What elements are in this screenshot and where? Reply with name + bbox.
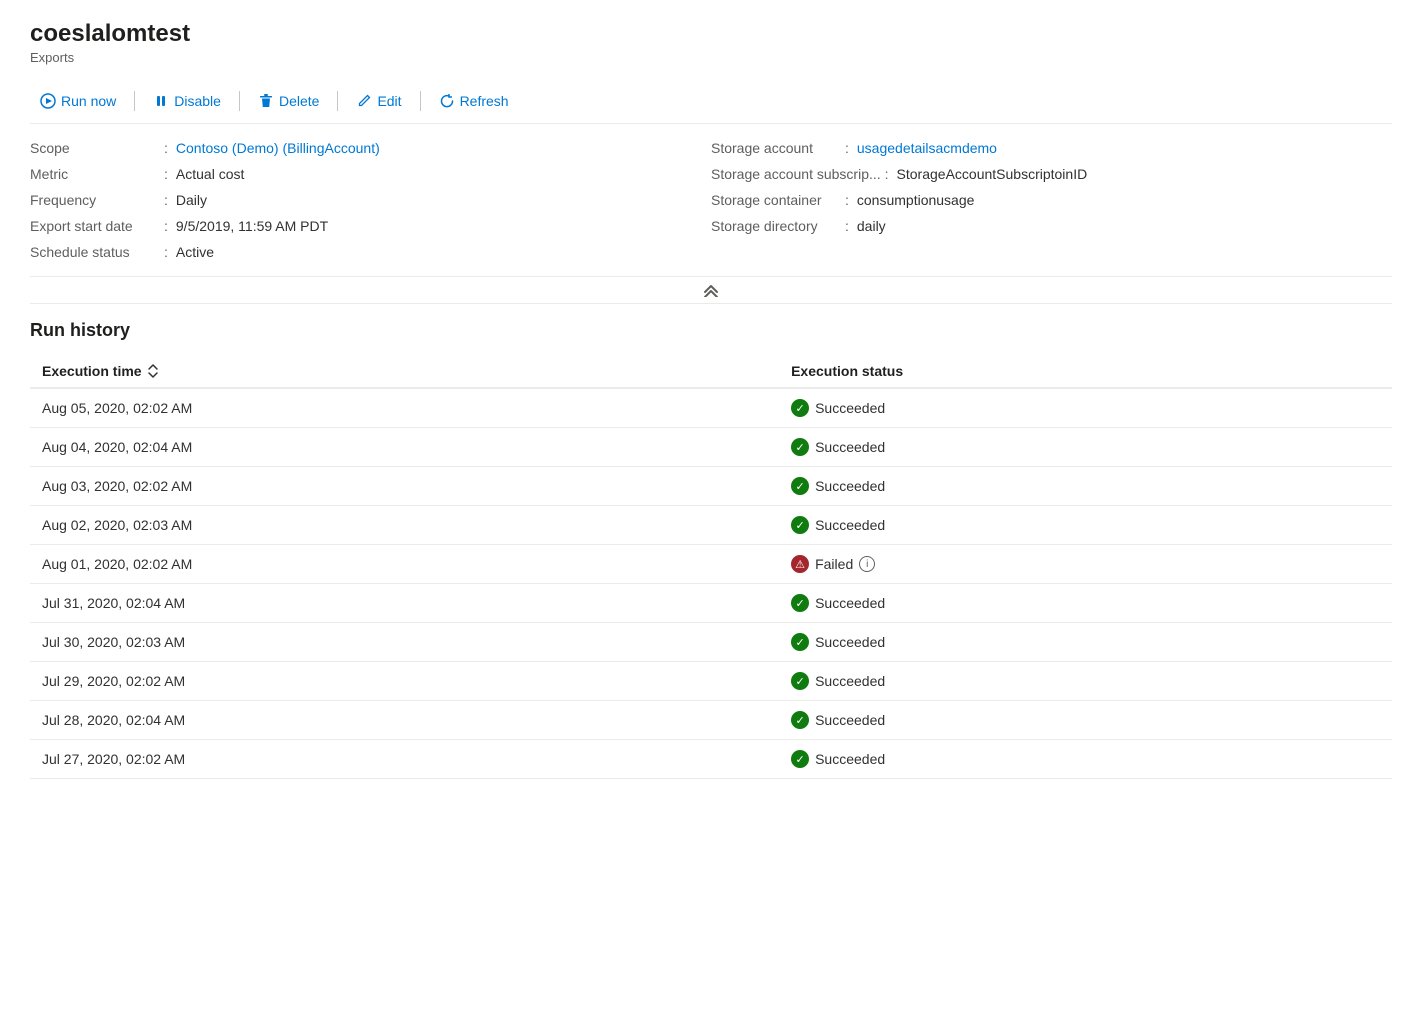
detail-storage-container: Storage container : consumptionusage [711, 192, 1392, 208]
detail-scope: Scope : Contoso (Demo) (BillingAccount) [30, 140, 711, 156]
schedule-status-value: Active [176, 244, 214, 260]
table-row: Jul 30, 2020, 02:03 AM ✓ Succeeded [30, 623, 1392, 662]
execution-time-cell: Aug 05, 2020, 02:02 AM [30, 388, 779, 428]
failed-icon: ⚠ [791, 555, 809, 573]
table-row: Aug 03, 2020, 02:02 AM ✓ Succeeded [30, 467, 1392, 506]
status-text: Succeeded [815, 400, 885, 416]
run-now-icon [40, 93, 56, 109]
execution-time-cell: Jul 28, 2020, 02:04 AM [30, 701, 779, 740]
edit-button[interactable]: Edit [346, 87, 411, 115]
status-text: Succeeded [815, 595, 885, 611]
storage-container-value: consumptionusage [857, 192, 975, 208]
export-start-value: 9/5/2019, 11:59 AM PDT [176, 218, 328, 234]
storage-directory-value: daily [857, 218, 886, 234]
sort-execution-time[interactable]: Execution time [42, 363, 160, 379]
success-icon: ✓ [791, 633, 809, 651]
status-text: Succeeded [815, 439, 885, 455]
execution-status-cell: ✓ Succeeded [779, 506, 1392, 545]
table-row: Aug 05, 2020, 02:02 AM ✓ Succeeded [30, 388, 1392, 428]
breadcrumb: Exports [30, 50, 1392, 65]
detail-frequency: Frequency : Daily [30, 192, 711, 208]
toolbar-separator-2 [239, 91, 240, 111]
execution-time-cell: Aug 01, 2020, 02:02 AM [30, 545, 779, 584]
execution-time-cell: Aug 04, 2020, 02:04 AM [30, 428, 779, 467]
refresh-icon [439, 93, 455, 109]
metric-value: Actual cost [176, 166, 244, 182]
execution-time-cell: Aug 02, 2020, 02:03 AM [30, 506, 779, 545]
success-icon: ✓ [791, 711, 809, 729]
status-text: Failed [815, 556, 853, 572]
execution-status-cell: ✓ Succeeded [779, 428, 1392, 467]
status-text: Succeeded [815, 478, 885, 494]
run-history-title: Run history [30, 320, 1392, 341]
toolbar: Run now Disable Delete Edit Refresh [30, 79, 1392, 124]
toolbar-separator-4 [420, 91, 421, 111]
success-icon: ✓ [791, 399, 809, 417]
table-row: Jul 28, 2020, 02:04 AM ✓ Succeeded [30, 701, 1392, 740]
detail-storage-directory: Storage directory : daily [711, 218, 1392, 234]
execution-status-cell: ⚠ Failedi [779, 545, 1392, 584]
detail-storage-subscription: Storage account subscrip... : StorageAcc… [711, 166, 1392, 182]
col-header-execution-status: Execution status [779, 355, 1392, 388]
execution-status-cell: ✓ Succeeded [779, 388, 1392, 428]
table-row: Aug 01, 2020, 02:02 AM ⚠ Failedi [30, 545, 1392, 584]
storage-account-value[interactable]: usagedetailsacmdemo [857, 140, 997, 156]
table-row: Jul 29, 2020, 02:02 AM ✓ Succeeded [30, 662, 1392, 701]
execution-time-cell: Jul 27, 2020, 02:02 AM [30, 740, 779, 779]
status-text: Succeeded [815, 751, 885, 767]
delete-icon [258, 93, 274, 109]
success-icon: ✓ [791, 594, 809, 612]
scope-value[interactable]: Contoso (Demo) (BillingAccount) [176, 140, 380, 156]
delete-button[interactable]: Delete [248, 87, 329, 115]
status-text: Succeeded [815, 673, 885, 689]
detail-metric: Metric : Actual cost [30, 166, 711, 182]
execution-status-cell: ✓ Succeeded [779, 467, 1392, 506]
success-icon: ✓ [791, 438, 809, 456]
status-text: Succeeded [815, 517, 885, 533]
refresh-button[interactable]: Refresh [429, 87, 519, 115]
info-icon[interactable]: i [859, 556, 875, 572]
disable-icon [153, 93, 169, 109]
details-grid: Scope : Contoso (Demo) (BillingAccount) … [30, 140, 1392, 277]
detail-storage-account: Storage account : usagedetailsacmdemo [711, 140, 1392, 156]
run-now-button[interactable]: Run now [30, 87, 126, 115]
status-text: Succeeded [815, 634, 885, 650]
table-row: Aug 04, 2020, 02:04 AM ✓ Succeeded [30, 428, 1392, 467]
success-icon: ✓ [791, 477, 809, 495]
execution-time-cell: Aug 03, 2020, 02:02 AM [30, 467, 779, 506]
status-text: Succeeded [815, 712, 885, 728]
table-row: Aug 02, 2020, 02:03 AM ✓ Succeeded [30, 506, 1392, 545]
execution-time-cell: Jul 29, 2020, 02:02 AM [30, 662, 779, 701]
execution-status-cell: ✓ Succeeded [779, 701, 1392, 740]
details-right: Storage account : usagedetailsacmdemo St… [711, 140, 1392, 260]
execution-status-cell: ✓ Succeeded [779, 662, 1392, 701]
run-history-table: Execution time Execution status Aug 05, … [30, 355, 1392, 779]
table-row: Jul 31, 2020, 02:04 AM ✓ Succeeded [30, 584, 1392, 623]
disable-button[interactable]: Disable [143, 87, 231, 115]
page-title: coeslalomtest [30, 20, 1392, 48]
detail-schedule-status: Schedule status : Active [30, 244, 711, 260]
execution-status-cell: ✓ Succeeded [779, 740, 1392, 779]
edit-icon [356, 93, 372, 109]
details-left: Scope : Contoso (Demo) (BillingAccount) … [30, 140, 711, 260]
table-row: Jul 27, 2020, 02:02 AM ✓ Succeeded [30, 740, 1392, 779]
storage-subscription-value: StorageAccountSubscriptoinID [897, 166, 1088, 182]
toolbar-separator-1 [134, 91, 135, 111]
execution-status-cell: ✓ Succeeded [779, 584, 1392, 623]
col-header-execution-time: Execution time [30, 355, 779, 388]
collapse-button[interactable] [30, 277, 1392, 304]
run-history-section: Run history Execution time Execution sta… [30, 320, 1392, 779]
execution-time-cell: Jul 30, 2020, 02:03 AM [30, 623, 779, 662]
execution-status-cell: ✓ Succeeded [779, 623, 1392, 662]
execution-time-cell: Jul 31, 2020, 02:04 AM [30, 584, 779, 623]
toolbar-separator-3 [337, 91, 338, 111]
success-icon: ✓ [791, 516, 809, 534]
detail-export-start: Export start date : 9/5/2019, 11:59 AM P… [30, 218, 711, 234]
success-icon: ✓ [791, 672, 809, 690]
frequency-value: Daily [176, 192, 207, 208]
success-icon: ✓ [791, 750, 809, 768]
